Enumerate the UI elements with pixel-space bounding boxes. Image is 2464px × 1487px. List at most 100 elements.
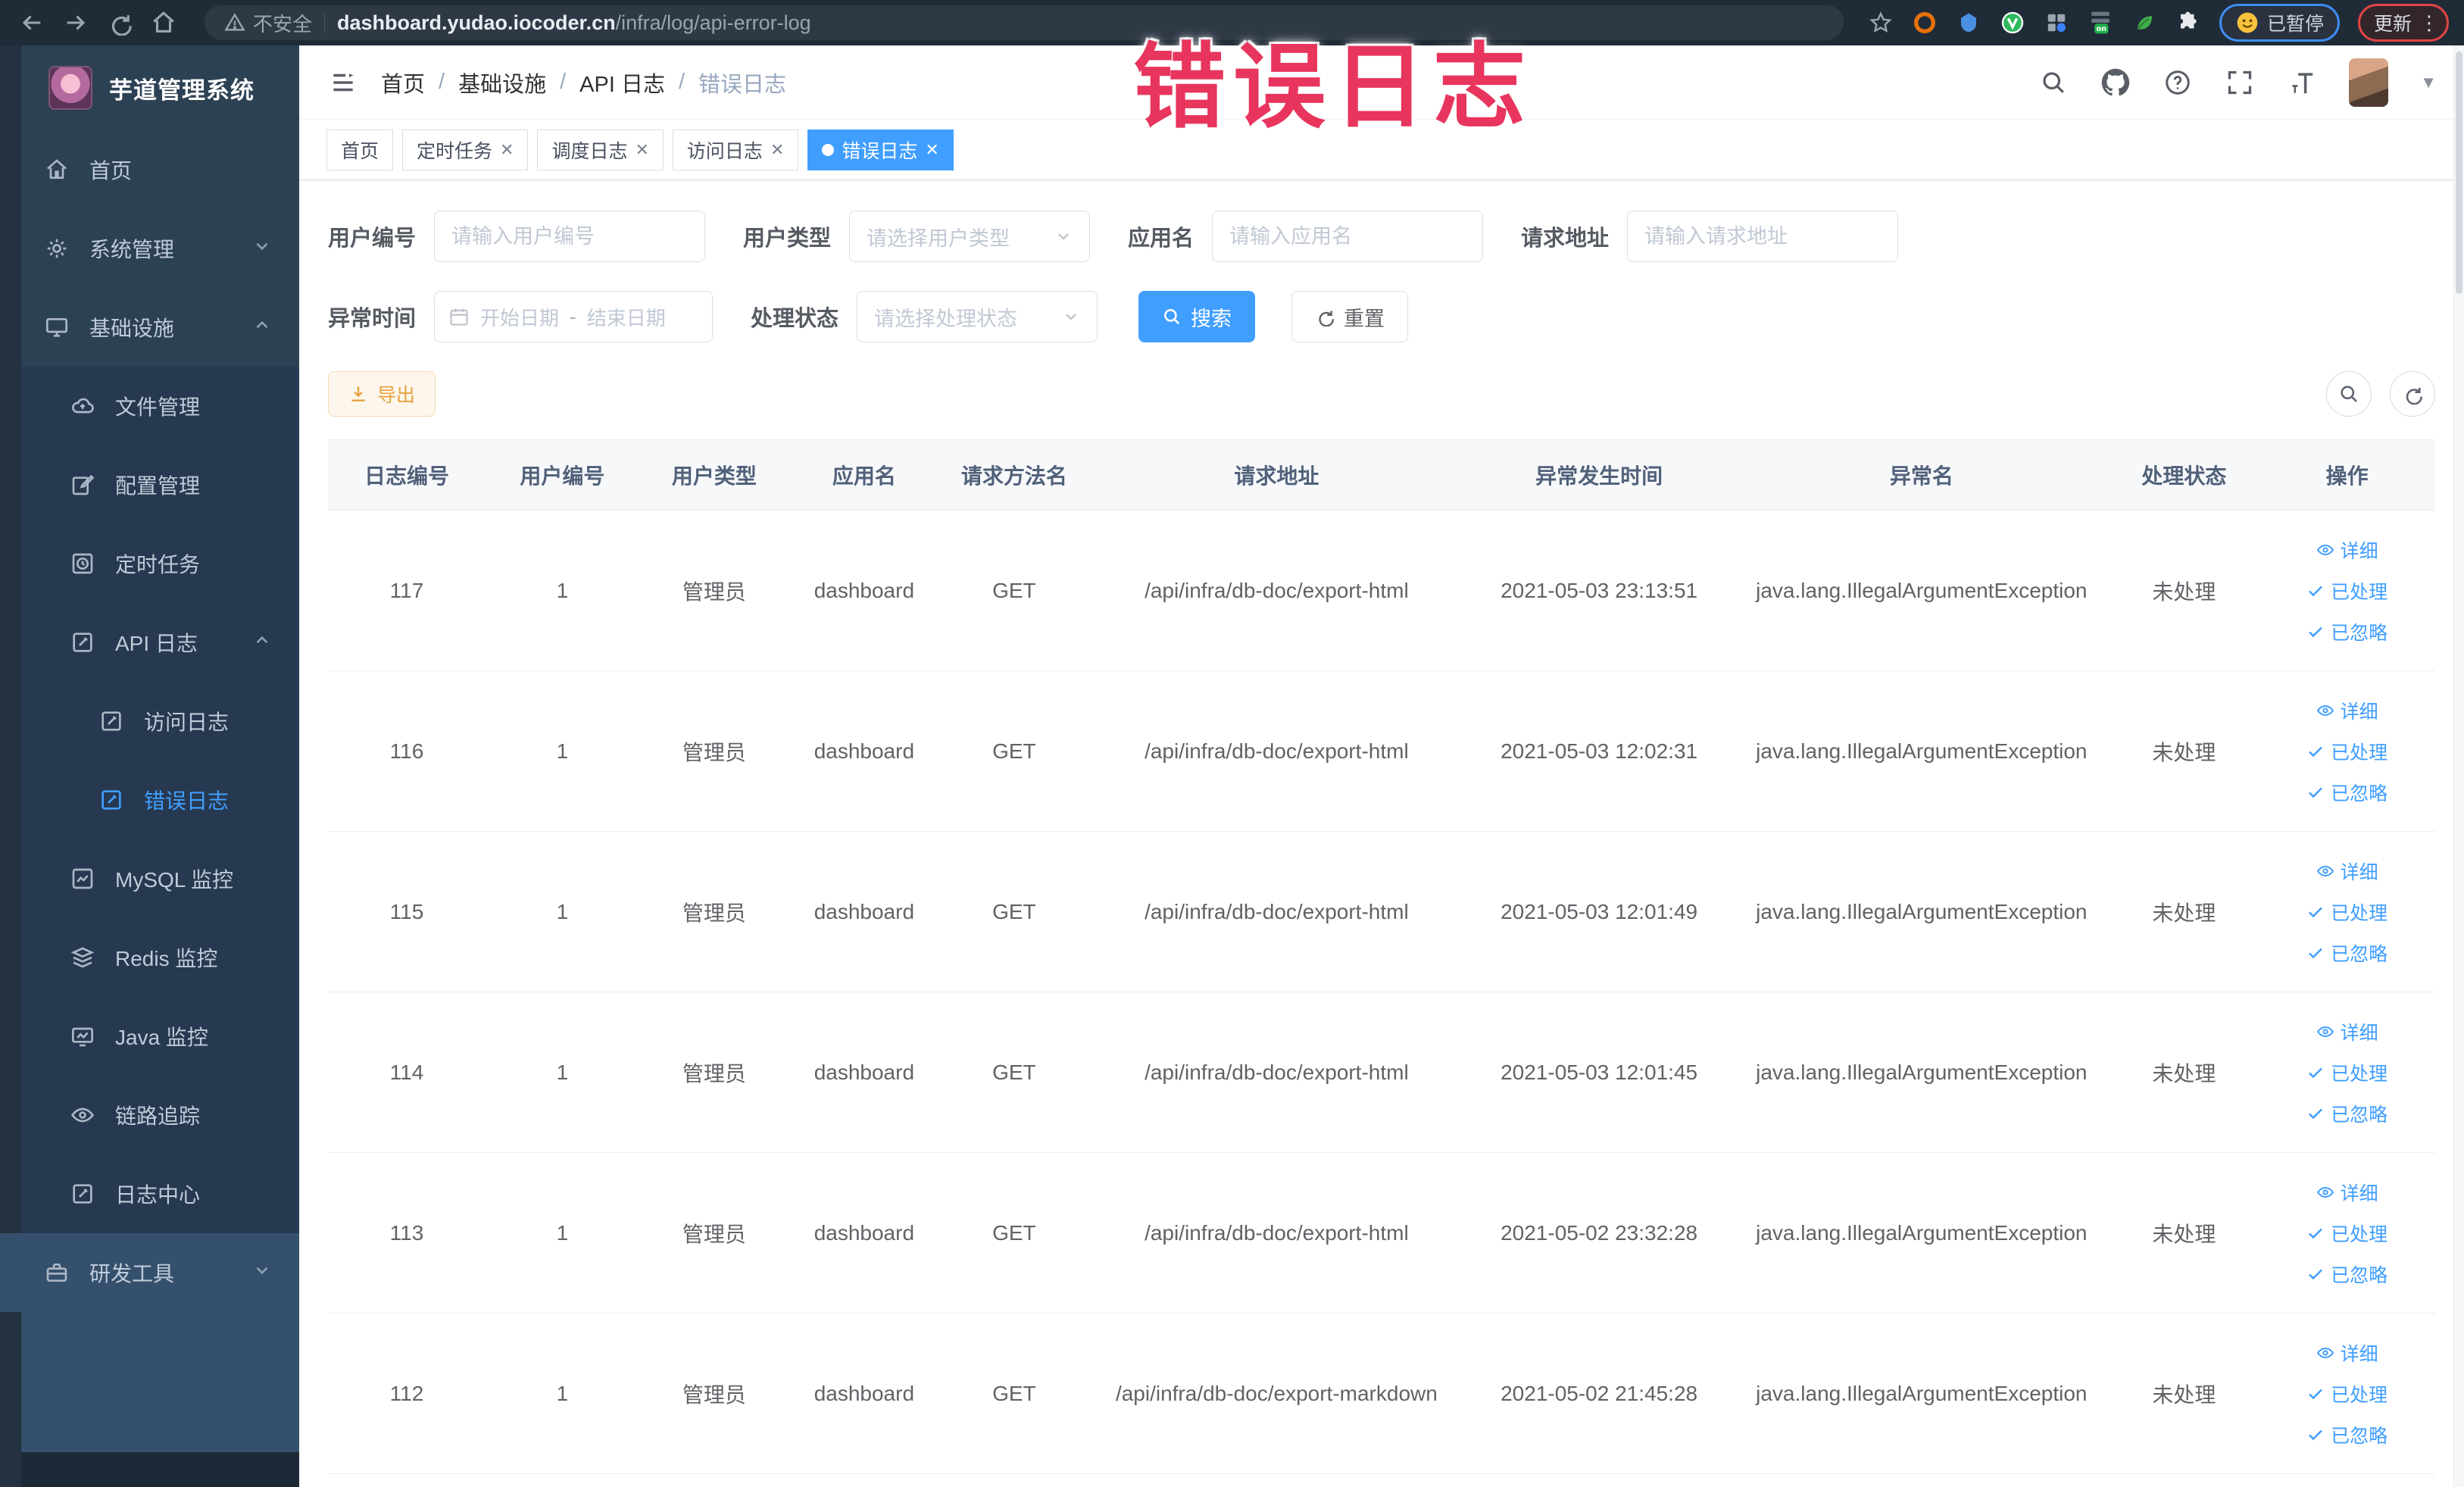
tab-scheduled-jobs[interactable]: 定时任务 ✕: [402, 129, 529, 170]
tab-home[interactable]: 首页: [326, 129, 394, 170]
tab-access-log[interactable]: 访问日志 ✕: [672, 129, 799, 170]
bookmark-star-icon[interactable]: [1868, 10, 1894, 36]
detail-link[interactable]: 详细: [2316, 1179, 2378, 1206]
sidebar-item-scheduled-jobs[interactable]: 定时任务: [0, 524, 299, 603]
sidebar-toggle-icon[interactable]: [326, 66, 360, 99]
sidebar-item-label: 基础设施: [89, 317, 175, 340]
font-size-icon[interactable]: [2287, 67, 2317, 98]
sidebar-item-home[interactable]: 首页: [0, 130, 299, 209]
column-header: 操作: [2325, 464, 2369, 488]
home-icon[interactable]: [147, 6, 180, 39]
extension-leaf-icon[interactable]: [2131, 10, 2157, 36]
extension-on-badge-icon[interactable]: on: [2088, 10, 2113, 36]
proxy-paused-badge[interactable]: 已暂停: [2219, 4, 2340, 42]
home-icon: [44, 157, 70, 183]
chevron-down-icon[interactable]: ▼: [2420, 73, 2437, 92]
mark-ignored-link[interactable]: 已忽略: [2306, 1421, 2387, 1448]
sidebar-item-dev-tools[interactable]: 研发工具: [0, 1233, 299, 1312]
detail-link[interactable]: 详细: [2316, 1018, 2378, 1045]
reset-button[interactable]: 重置: [1291, 291, 1409, 342]
breadcrumb-item-infrastructure[interactable]: 基础设施: [458, 67, 546, 98]
sidebar-item-log-center[interactable]: 日志中心: [0, 1154, 299, 1233]
export-button[interactable]: 导出: [328, 371, 436, 417]
extension-green-v-icon[interactable]: [2000, 10, 2025, 36]
breadcrumb-item-home[interactable]: 首页: [381, 67, 425, 98]
tab-label: 错误日志: [842, 140, 918, 162]
mark-processed-link[interactable]: 已处理: [2306, 738, 2387, 765]
log-id: 112: [389, 1381, 424, 1405]
toggle-search-button[interactable]: [2326, 371, 2372, 417]
search-icon[interactable]: [2038, 67, 2069, 98]
request-method: GET: [992, 1060, 1036, 1084]
sidebar-item-file-management[interactable]: 文件管理: [0, 367, 299, 445]
fullscreen-icon[interactable]: [2225, 67, 2255, 98]
sidebar-item-infrastructure[interactable]: 基础设施: [0, 288, 299, 367]
tab-schedule-log[interactable]: 调度日志 ✕: [537, 129, 664, 170]
help-icon[interactable]: [2163, 67, 2193, 98]
detail-link[interactable]: 详细: [2316, 697, 2378, 724]
mark-processed-link[interactable]: 已处理: [2306, 1220, 2387, 1247]
sidebar-item-config-management[interactable]: 配置管理: [0, 445, 299, 524]
chrome-menu-icon[interactable]: ⋮: [2419, 13, 2439, 33]
ignored-label: 已忽略: [2331, 1425, 2388, 1447]
request-url-input[interactable]: [1627, 211, 1899, 262]
reload-icon[interactable]: [103, 6, 136, 39]
close-icon[interactable]: ✕: [925, 140, 938, 160]
exception-time-range-picker[interactable]: 开始日期 - 结束日期: [434, 291, 714, 342]
table-tools: [2326, 371, 2435, 417]
mark-ignored-link[interactable]: 已忽略: [2306, 1100, 2387, 1127]
mark-ignored-link[interactable]: 已忽略: [2306, 618, 2387, 645]
tab-error-log[interactable]: 错误日志 ✕: [807, 129, 954, 170]
screen-icon: [70, 1023, 95, 1049]
scrollbar-thumb[interactable]: [2456, 52, 2462, 294]
user-id-input[interactable]: [434, 211, 706, 262]
search-button[interactable]: 搜索: [1138, 291, 1256, 342]
app-logo[interactable]: 芋道管理系统: [0, 45, 299, 130]
sidebar-item-error-log[interactable]: 错误日志: [0, 761, 299, 839]
refresh-table-button[interactable]: [2390, 371, 2435, 417]
sidebar-item-api-log[interactable]: API 日志: [0, 603, 299, 682]
sidebar-item-system-management[interactable]: 系统管理: [0, 209, 299, 288]
extension-puzzle-icon[interactable]: [2175, 10, 2201, 36]
extension-orange-icon[interactable]: [1912, 10, 1938, 36]
browser-update-button[interactable]: 更新 ⋮: [2357, 4, 2449, 42]
mark-processed-link[interactable]: 已处理: [2306, 898, 2387, 926]
refresh-icon: [1319, 311, 1335, 326]
detail-link[interactable]: 详细: [2316, 1339, 2378, 1367]
extension-grid-icon[interactable]: [2044, 10, 2069, 36]
sidebar-item-redis-monitor[interactable]: Redis 监控: [0, 918, 299, 997]
mark-processed-link[interactable]: 已处理: [2306, 1059, 2387, 1086]
forward-icon[interactable]: [59, 6, 92, 39]
sidebar-item-label: 首页: [89, 159, 133, 183]
process-status-select[interactable]: 请选择处理状态: [857, 291, 1098, 342]
mark-processed-link[interactable]: 已处理: [2306, 577, 2387, 604]
process-status: 未处理: [2152, 740, 2216, 764]
page-scrollbar[interactable]: [2453, 45, 2464, 1487]
sidebar-item-tracing[interactable]: 链路追踪: [0, 1076, 299, 1154]
sidebar-item-mysql-monitor[interactable]: MySQL 监控: [0, 839, 299, 918]
app-name-input[interactable]: [1212, 211, 1484, 262]
user-type-select[interactable]: 请选择用户类型: [849, 211, 1091, 262]
mark-ignored-link[interactable]: 已忽略: [2306, 1261, 2387, 1288]
cloud-icon: [70, 393, 95, 419]
mark-processed-link[interactable]: 已处理: [2306, 1380, 2387, 1407]
github-icon[interactable]: [2100, 67, 2131, 98]
user-id: 1: [556, 1060, 569, 1084]
sidebar-item-java-monitor[interactable]: Java 监控: [0, 997, 299, 1076]
mark-ignored-link[interactable]: 已忽略: [2306, 779, 2387, 806]
detail-link[interactable]: 详细: [2316, 858, 2378, 885]
close-icon[interactable]: ✕: [635, 140, 648, 160]
security-chip[interactable]: 不安全: [224, 9, 312, 37]
mark-ignored-link[interactable]: 已忽略: [2306, 939, 2387, 967]
user-avatar[interactable]: [2349, 58, 2389, 107]
user-id: 1: [556, 739, 569, 763]
close-icon[interactable]: ✕: [770, 140, 784, 160]
close-icon[interactable]: ✕: [500, 140, 514, 160]
extension-blue-icon[interactable]: [1956, 10, 1982, 36]
detail-link[interactable]: 详细: [2316, 536, 2378, 564]
breadcrumb-item-api-log[interactable]: API 日志: [579, 67, 665, 98]
back-icon[interactable]: [15, 6, 48, 39]
browser-chrome: 不安全 dashboard.yudao.iocoder.cn/infra/log…: [0, 0, 2464, 45]
sidebar-item-access-log[interactable]: 访问日志: [0, 682, 299, 761]
address-bar[interactable]: 不安全 dashboard.yudao.iocoder.cn/infra/log…: [205, 5, 1844, 40]
